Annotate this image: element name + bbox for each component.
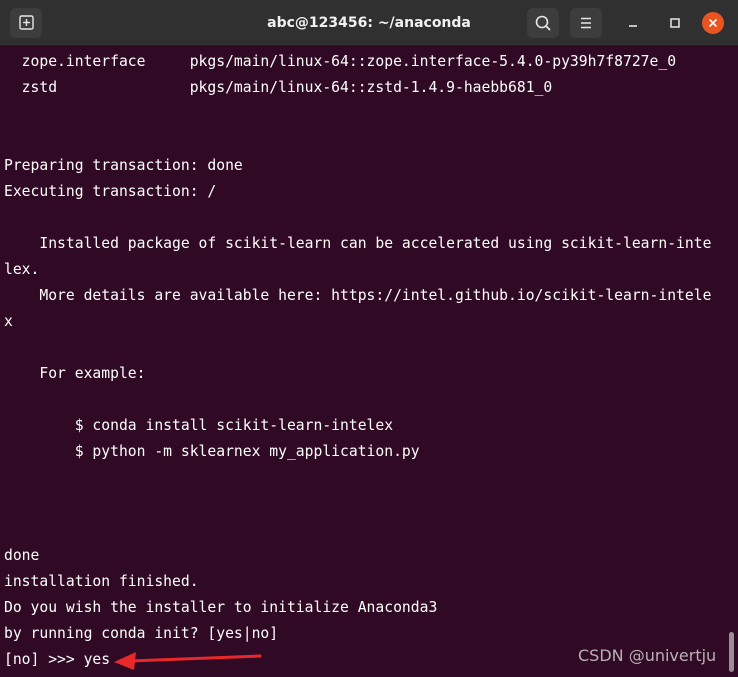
- scrollbar-thumb[interactable]: [729, 632, 734, 672]
- terminal-line: $ python -m sklearnex my_application.py: [4, 443, 420, 460]
- terminal-line: $ conda install scikit-learn-intelex: [4, 417, 394, 434]
- close-button[interactable]: [702, 12, 724, 34]
- terminal-line: More details are available here: https:/…: [4, 287, 712, 304]
- hamburger-menu-icon: [581, 17, 591, 29]
- new-tab-button[interactable]: [10, 8, 42, 38]
- terminal-line: zope.interface pkgs/main/linux-64::zope.…: [4, 53, 677, 70]
- terminal-line: Installed package of scikit-learn can be…: [4, 235, 712, 252]
- watermark: CSDN @univertju: [578, 646, 717, 665]
- terminal-line: lex.: [4, 261, 40, 278]
- terminal-line: zstd pkgs/main/linux-64::zstd-1.4.9-haeb…: [4, 79, 553, 96]
- terminal-line: Do you wish the installer to initialize …: [4, 599, 438, 616]
- close-icon: [708, 18, 718, 28]
- minimize-button[interactable]: [622, 12, 644, 34]
- terminal-line: For example:: [4, 365, 146, 382]
- search-icon: [535, 15, 551, 31]
- terminal-line: by running conda init? [yes|no]: [4, 625, 279, 642]
- window-title: abc@123456: ~/anaconda: [267, 15, 471, 31]
- terminal-line: done: [4, 547, 40, 564]
- terminal-line: [no] >>> yes: [4, 651, 111, 668]
- menu-button[interactable]: [570, 8, 602, 38]
- minimize-icon: [629, 25, 637, 27]
- red-arrow-annotation: [114, 652, 262, 670]
- terminal-line: Preparing transaction: done: [4, 157, 243, 174]
- terminal-line: x: [4, 313, 13, 330]
- maximize-button[interactable]: [664, 12, 686, 34]
- search-button[interactable]: [527, 8, 559, 38]
- terminal-line: installation finished.: [4, 573, 199, 590]
- maximize-icon: [670, 18, 680, 28]
- terminal-line: Executing transaction: /: [4, 183, 217, 200]
- terminal-output[interactable]: zope.interface pkgs/main/linux-64::zope.…: [4, 52, 730, 672]
- terminal-window: abc@123456: ~/anaconda zope.interface pk…: [0, 0, 738, 677]
- title-bar: abc@123456: ~/anaconda: [0, 0, 738, 46]
- new-tab-icon: [19, 15, 34, 30]
